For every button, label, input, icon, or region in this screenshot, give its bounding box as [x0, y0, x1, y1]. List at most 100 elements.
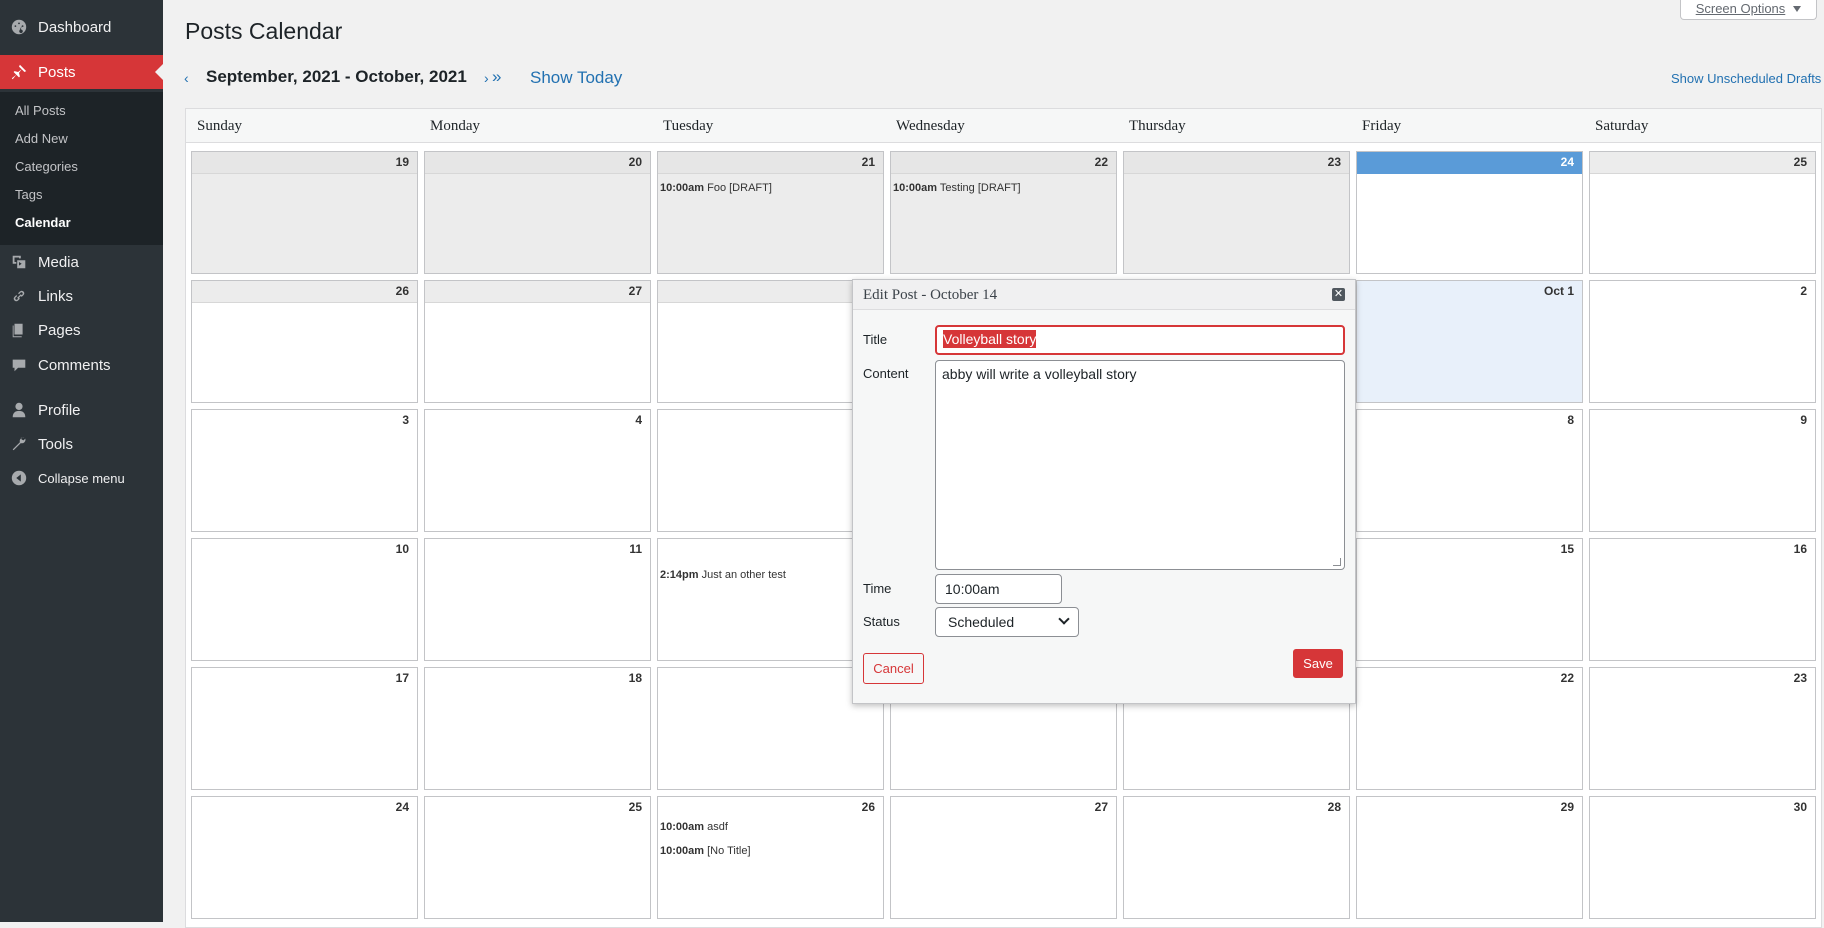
day-number: 28 — [1327, 800, 1341, 814]
calendar-day-cell[interactable]: 22 10:00am Testing [DRAFT] — [890, 151, 1117, 274]
link-icon — [0, 287, 38, 305]
screen-options-button[interactable]: Screen Options — [1680, 0, 1817, 20]
posts-submenu: All Posts Add New Categories Tags Calend… — [0, 92, 163, 245]
menu-dashboard[interactable]: Dashboard — [0, 12, 163, 42]
calendar-day-cell[interactable]: 28 — [1123, 796, 1350, 919]
post-time-input[interactable]: 10:00am — [935, 574, 1062, 604]
calendar-day-cell[interactable]: 23 — [1589, 667, 1816, 790]
calendar-day-cell[interactable]: Oct 1 — [1356, 280, 1583, 403]
calendar-day-cell[interactable]: 30 — [1589, 796, 1816, 919]
calendar-post-item[interactable]: 2:14pm Just an other test — [660, 569, 883, 581]
day-number: 26 — [192, 281, 417, 303]
post-title-input[interactable]: Volleyball story — [935, 325, 1345, 355]
edit-post-dialog: Edit Post - October 14 ✕ Title Volleybal… — [852, 279, 1356, 704]
page-title: Posts Calendar — [185, 18, 343, 44]
day-number: 18 — [628, 671, 642, 685]
calendar-day-cell-today[interactable]: 24 — [1356, 151, 1583, 274]
calendar-day-cell[interactable] — [657, 280, 884, 403]
day-number: 10 — [395, 542, 409, 556]
calendar-day-cell[interactable]: 29 — [1356, 796, 1583, 919]
post-title-value: Volleyball story — [943, 330, 1037, 348]
menu-links-label: Links — [38, 287, 74, 305]
calendar-day-cell[interactable]: 11 — [424, 538, 651, 661]
day-number: 23 — [1124, 152, 1349, 174]
day-number: 11 — [629, 542, 642, 556]
post-content-textarea[interactable]: abby will write a volleyball story — [935, 360, 1345, 570]
day-number: 30 — [1793, 800, 1807, 814]
day-number: 27 — [1094, 800, 1108, 814]
post-status-value: Scheduled — [948, 614, 1015, 630]
post-content-value: abby will write a volleyball story — [942, 366, 1137, 382]
calendar-day-cell[interactable]: 16 — [1589, 538, 1816, 661]
caret-down-icon — [1793, 5, 1802, 12]
menu-profile[interactable]: Profile — [0, 395, 163, 425]
show-unscheduled-drafts-link[interactable]: Show Unscheduled Drafts — [1671, 71, 1821, 86]
menu-comments[interactable]: Comments — [0, 350, 163, 380]
calendar-day-cell[interactable]: 21 10:00am Foo [DRAFT] — [657, 151, 884, 274]
calendar-day-cell[interactable]: 26 — [191, 280, 418, 403]
calendar-day-cell[interactable]: 22 — [1356, 667, 1583, 790]
post-title: Just an other test — [701, 569, 786, 581]
calendar-day-cell[interactable]: 4 — [424, 409, 651, 532]
calendar-day-cell[interactable] — [657, 667, 884, 790]
menu-media[interactable]: Media — [0, 247, 163, 277]
calendar-post-item[interactable]: 10:00am [No Title] — [660, 845, 883, 857]
submenu-tags[interactable]: Tags — [15, 187, 42, 202]
calendar-day-cell[interactable]: 3 — [191, 409, 418, 532]
submenu-calendar[interactable]: Calendar — [15, 215, 71, 230]
calendar-day-cell[interactable]: 25 — [1589, 151, 1816, 274]
calendar-post-item[interactable]: 10:00am asdf — [660, 821, 883, 833]
day-number: 16 — [1793, 542, 1807, 556]
calendar-post-item[interactable]: 10:00am Testing [DRAFT] — [893, 182, 1116, 194]
calendar-day-cell[interactable]: 15 — [1356, 538, 1583, 661]
title-label: Title — [863, 332, 888, 347]
submenu-categories[interactable]: Categories — [15, 159, 78, 174]
collapse-menu-label: Collapse menu — [38, 470, 125, 486]
menu-pages[interactable]: Pages — [0, 315, 163, 345]
next-range-link[interactable]: » — [492, 67, 501, 87]
calendar-day-cell[interactable]: 8 — [1356, 409, 1583, 532]
calendar-day-cell[interactable]: 24 — [191, 796, 418, 919]
calendar-day-cell[interactable]: 20 — [424, 151, 651, 274]
calendar-post-item[interactable]: 10:00am Foo [DRAFT] — [660, 182, 883, 194]
calendar-day-cell[interactable]: 10 — [191, 538, 418, 661]
cancel-button[interactable]: Cancel — [863, 653, 924, 684]
dialog-title: Edit Post - October 14 — [863, 287, 998, 303]
resize-handle-icon[interactable] — [1333, 558, 1341, 566]
calendar-day-cell[interactable]: 25 — [424, 796, 651, 919]
calendar-day-cell[interactable]: 18 — [424, 667, 651, 790]
calendar-day-cell[interactable]: 2 — [1589, 280, 1816, 403]
menu-pages-label: Pages — [38, 321, 81, 339]
submenu-all-posts[interactable]: All Posts — [15, 103, 66, 118]
calendar-day-cell[interactable]: 19 — [191, 151, 418, 274]
calendar-day-cell[interactable] — [657, 409, 884, 532]
calendar-day-cell[interactable]: 17 — [191, 667, 418, 790]
post-time: 10:00am — [660, 821, 705, 833]
next-month-link[interactable]: › — [484, 70, 489, 86]
calendar-day-cell[interactable]: 27 — [890, 796, 1117, 919]
submenu-add-new[interactable]: Add New — [15, 131, 68, 146]
show-today-link[interactable]: Show Today — [530, 68, 622, 88]
post-time: 10:00am — [660, 845, 705, 857]
day-number: 22 — [1560, 671, 1574, 685]
calendar-day-cell[interactable]: 9 — [1589, 409, 1816, 532]
calendar-day-cell[interactable]: 27 — [424, 280, 651, 403]
calendar-day-cell[interactable]: 2:14pm Just an other test — [657, 538, 884, 661]
dashboard-icon — [0, 18, 38, 36]
save-button[interactable]: Save — [1293, 649, 1343, 678]
user-icon — [0, 401, 38, 419]
wrench-icon — [0, 435, 38, 453]
post-status-select[interactable]: Scheduled — [935, 607, 1079, 637]
calendar-day-cell[interactable]: 23 — [1123, 151, 1350, 274]
close-icon[interactable]: ✕ — [1332, 288, 1345, 301]
calendar-day-cell[interactable]: 26 10:00am asdf 10:00am [No Title] — [657, 796, 884, 919]
day-number — [658, 668, 883, 690]
day-name: Friday — [1362, 118, 1402, 134]
menu-tools[interactable]: Tools — [0, 429, 163, 459]
menu-posts[interactable]: Posts — [0, 55, 163, 89]
collapse-menu[interactable]: Collapse menu — [0, 463, 163, 493]
menu-media-label: Media — [38, 253, 79, 271]
menu-links[interactable]: Links — [0, 281, 163, 311]
day-name: Saturday — [1595, 118, 1649, 134]
prev-month-link[interactable]: ‹ — [184, 70, 189, 86]
